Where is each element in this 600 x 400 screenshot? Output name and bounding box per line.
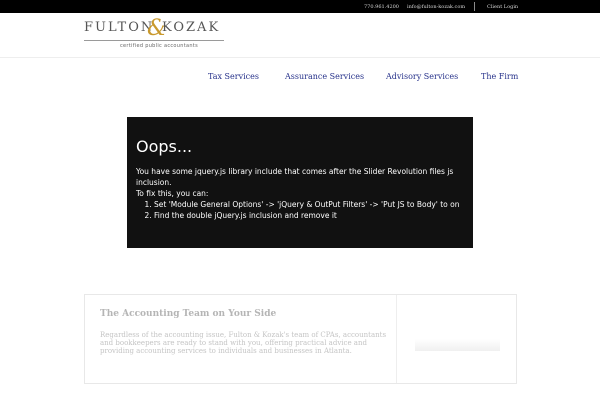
accounting-team-card: The Accounting Team on Your Side Regardl… <box>84 294 517 384</box>
slider-error-box: Oops... You have some jquery.js library … <box>127 117 473 248</box>
card-text: The Accounting Team on Your Side Regardl… <box>100 309 390 355</box>
topbar-divider <box>474 2 475 11</box>
error-step: Find the double jQuery.js inclusion and … <box>154 210 464 221</box>
error-title: Oops... <box>136 137 193 156</box>
card-divider <box>396 295 397 383</box>
nav-assurance-services[interactable]: Assurance Services <box>285 72 364 81</box>
error-fix-intro: To fix this, you can: <box>136 189 209 198</box>
logo-rule <box>84 40 224 41</box>
card-image-placeholder <box>415 339 500 351</box>
header-divider <box>0 57 600 58</box>
error-fix-steps: Set 'Module General Options' -> 'jQuery … <box>136 199 464 221</box>
logo-tagline: certified public accountants <box>120 43 198 49</box>
client-login-link[interactable]: Client Login <box>487 4 518 10</box>
email-link[interactable]: info@fulton-kozak.com <box>407 4 465 10</box>
card-title: The Accounting Team on Your Side <box>100 309 277 319</box>
nav-advisory-services[interactable]: Advisory Services <box>386 72 458 81</box>
logo-word-kozak: KOZAK <box>162 20 221 35</box>
error-step: Set 'Module General Options' -> 'jQuery … <box>154 199 464 210</box>
top-bar: 770.961.4200 info@fulton-kozak.com Clien… <box>0 0 600 13</box>
logo-word-fulton: FULTON <box>84 20 155 35</box>
site-logo[interactable]: FULTON & KOZAK certified public accounta… <box>84 16 226 54</box>
nav-tax-services[interactable]: Tax Services <box>208 72 259 81</box>
phone-number[interactable]: 770.961.4200 <box>364 4 399 10</box>
nav-the-firm[interactable]: The Firm <box>481 72 518 81</box>
card-body: Regardless of the accounting issue, Fult… <box>100 331 387 355</box>
error-message: You have some jquery.js library include … <box>136 167 454 187</box>
